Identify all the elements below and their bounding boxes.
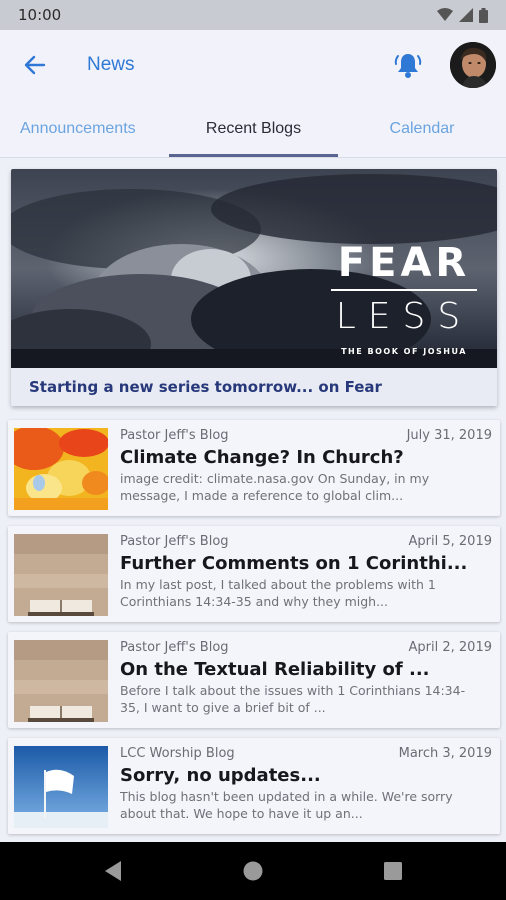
post-title: On the Textual Reliability of ... — [120, 659, 430, 680]
post-source: Pastor Jeff's Blog — [120, 428, 229, 443]
avatar-photo — [450, 42, 496, 88]
blog-post-card[interactable]: Pastor Jeff's Blog April 5, 2019 Further… — [8, 526, 500, 622]
post-excerpt: Before I talk about the issues with 1 Co… — [120, 683, 466, 715]
series-divider — [331, 289, 477, 291]
app-bar: News — [0, 30, 506, 100]
wifi-icon — [437, 8, 453, 21]
triangle-back-icon — [105, 861, 121, 881]
post-date: April 5, 2019 — [408, 534, 492, 549]
post-excerpt: In my last post, I talked about the prob… — [120, 577, 436, 609]
series-word-2: LESS — [335, 296, 473, 337]
post-date: April 2, 2019 — [408, 640, 492, 655]
series-word-1: FEAR — [337, 240, 471, 286]
status-time: 10:00 — [18, 6, 62, 24]
tab-bar: Announcements Recent Blogs Calendar — [0, 100, 506, 158]
featured-post-card[interactable]: FEAR LESS THE BOOK OF JOSHUA Starting a … — [11, 169, 497, 406]
series-title: FEAR LESS THE BOOK OF JOSHUA — [331, 241, 477, 356]
system-nav-bar — [0, 842, 506, 900]
square-recents-icon — [384, 862, 402, 880]
bell-ringing-icon — [394, 54, 422, 78]
post-meta: Pastor Jeff's Blog April 2, 2019 — [120, 640, 492, 656]
system-icons — [437, 7, 488, 23]
post-thumbnail — [14, 428, 108, 510]
post-title: Further Comments on 1 Corinthi... — [120, 553, 468, 574]
featured-post-caption: Starting a new series tomorrow... on Fea… — [11, 368, 497, 406]
featured-post-image: FEAR LESS THE BOOK OF JOSHUA — [11, 169, 497, 368]
notifications-button[interactable] — [392, 48, 424, 82]
status-bar: 10:00 — [0, 0, 506, 30]
signal-icon — [459, 8, 473, 22]
back-button[interactable] — [17, 47, 53, 83]
post-source: Pastor Jeff's Blog — [120, 640, 229, 655]
tab-recent-blogs[interactable]: Recent Blogs — [169, 100, 338, 158]
post-title: Sorry, no updates... — [120, 765, 321, 786]
nav-recents-button[interactable] — [378, 856, 408, 886]
blog-post-card[interactable]: LCC Worship Blog March 3, 2019 Sorry, no… — [8, 738, 500, 834]
battery-icon — [479, 7, 488, 23]
nav-home-button[interactable] — [238, 856, 268, 886]
post-title: Climate Change? In Church? — [120, 447, 404, 468]
series-subtitle: THE BOOK OF JOSHUA — [341, 347, 467, 356]
circle-home-icon — [243, 861, 263, 881]
post-thumbnail — [14, 640, 108, 722]
active-tab-indicator — [169, 154, 338, 157]
tab-calendar[interactable]: Calendar — [338, 100, 506, 158]
post-meta: Pastor Jeff's Blog April 5, 2019 — [120, 534, 492, 550]
blog-post-card[interactable]: Pastor Jeff's Blog April 2, 2019 On the … — [8, 632, 500, 728]
post-date: July 31, 2019 — [406, 428, 492, 443]
post-excerpt: This blog hasn't been updated in a while… — [120, 789, 453, 821]
page-title: News — [87, 54, 135, 75]
nav-back-button[interactable] — [98, 856, 128, 886]
post-date: March 3, 2019 — [398, 746, 492, 761]
blog-list[interactable]: FEAR LESS THE BOOK OF JOSHUA Starting a … — [0, 158, 506, 842]
arrow-back-icon — [24, 55, 46, 75]
post-source: LCC Worship Blog — [120, 746, 235, 761]
blog-post-card[interactable]: Pastor Jeff's Blog July 31, 2019 Climate… — [8, 420, 500, 516]
user-avatar[interactable] — [450, 42, 496, 88]
post-source: Pastor Jeff's Blog — [120, 534, 229, 549]
post-meta: LCC Worship Blog March 3, 2019 — [120, 746, 492, 762]
post-meta: Pastor Jeff's Blog July 31, 2019 — [120, 428, 492, 444]
tab-announcements[interactable]: Announcements — [0, 100, 168, 158]
post-excerpt: image credit: climate.nasa.gov On Sunday… — [120, 471, 430, 503]
post-thumbnail — [14, 746, 108, 828]
post-thumbnail — [14, 534, 108, 616]
